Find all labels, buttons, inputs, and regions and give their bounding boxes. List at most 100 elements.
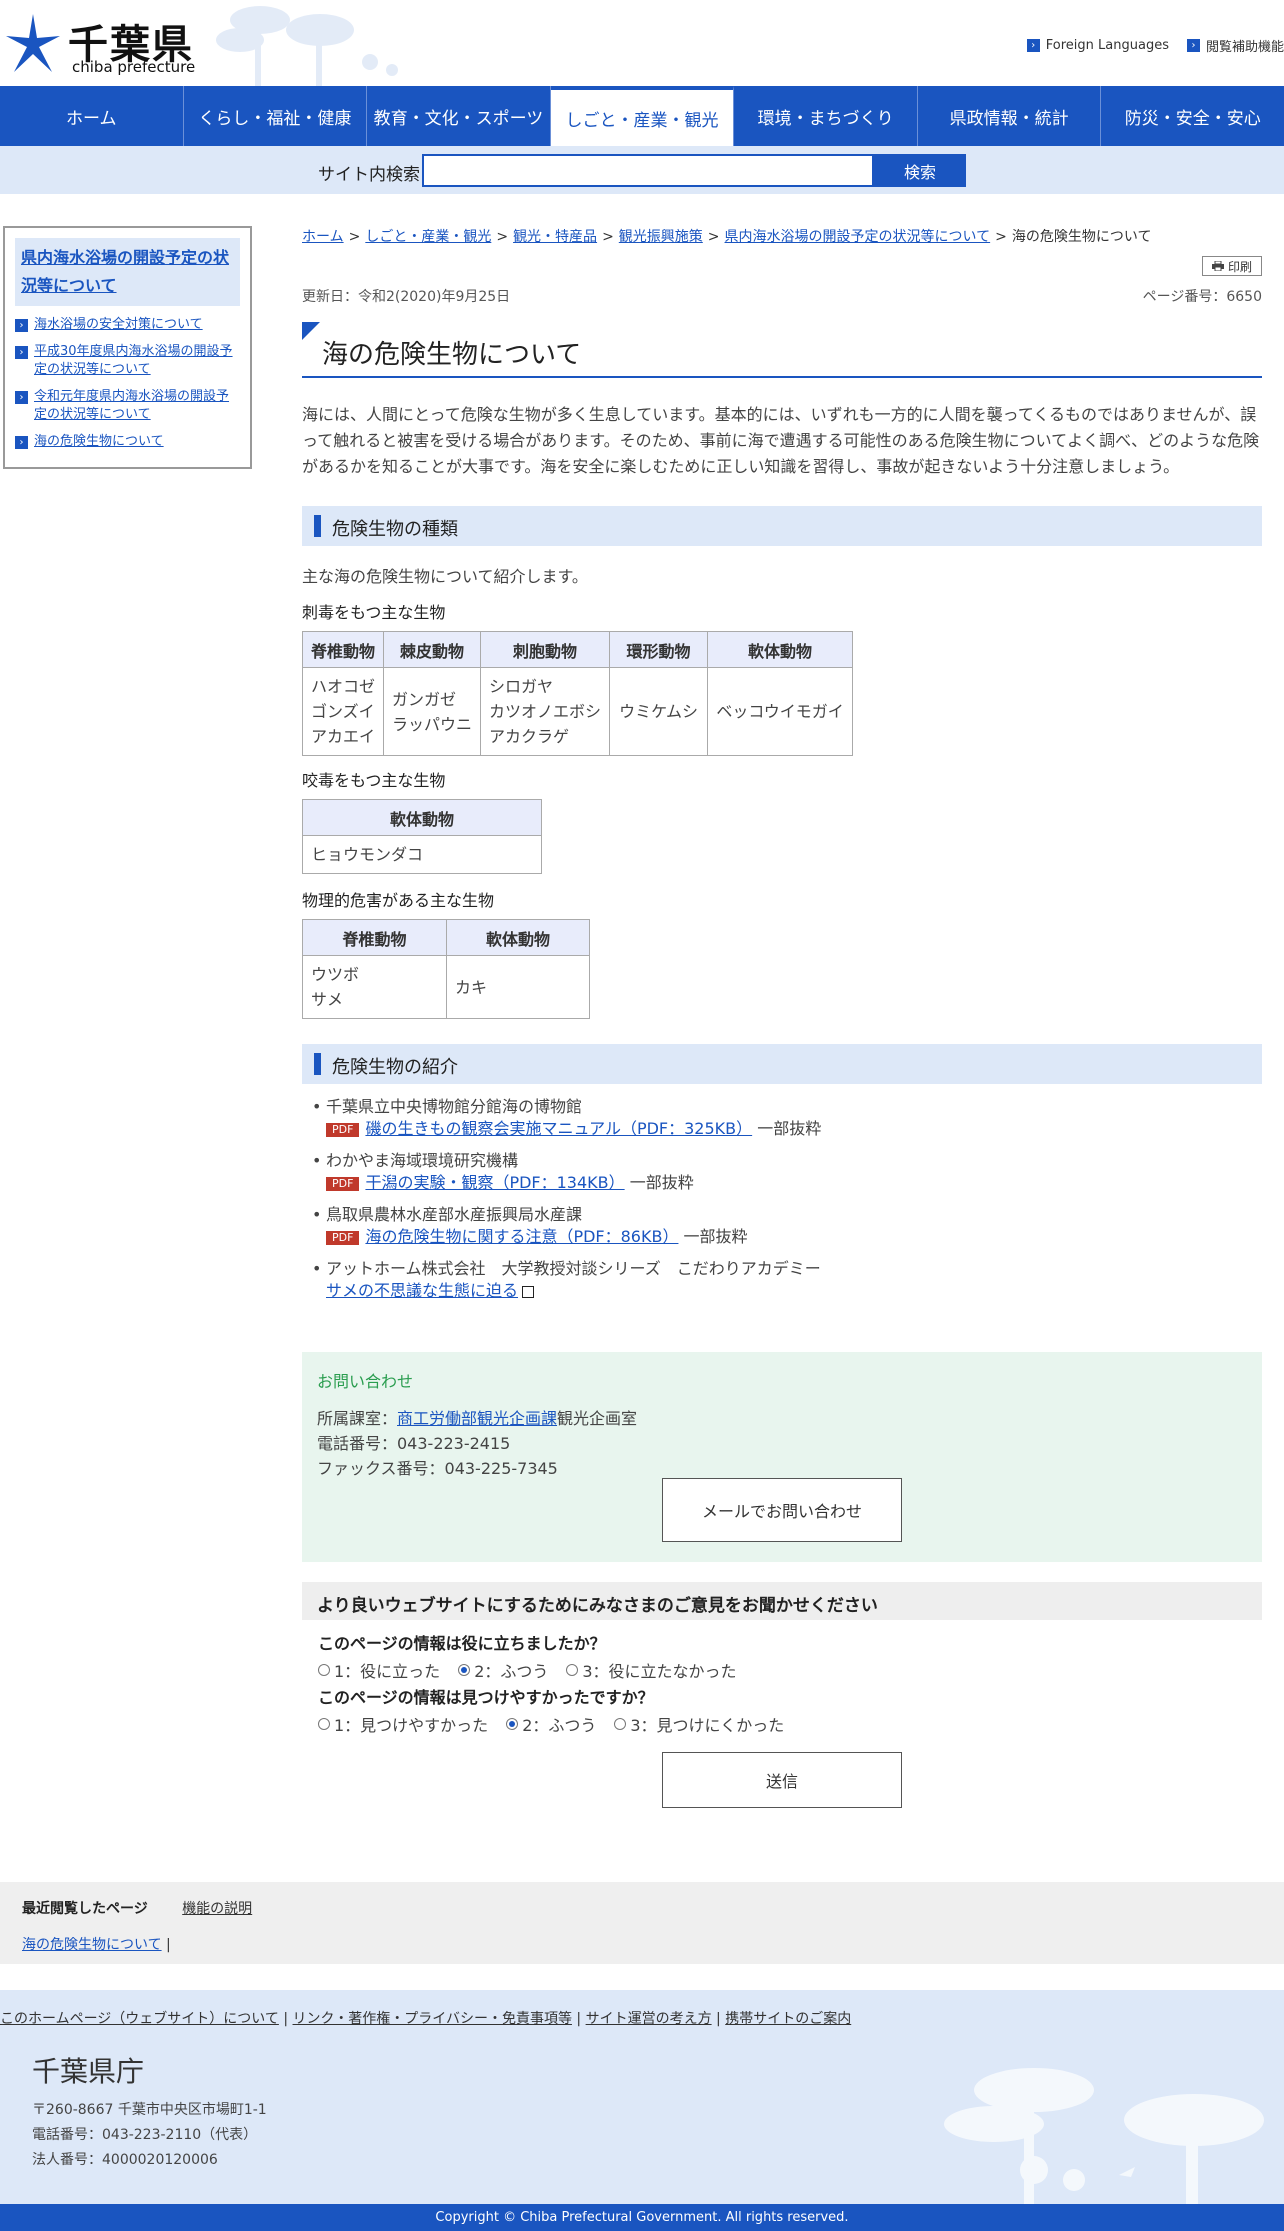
breadcrumb-link[interactable]: 観光・特産品 bbox=[513, 229, 597, 245]
search-bar: サイト内検索 検索 bbox=[0, 146, 1284, 194]
footer-links: このホームページ（ウェブサイト）について | リンク・著作権・プライバシー・免責… bbox=[0, 2011, 852, 2027]
resource-link[interactable]: サメの不思議な生態に迫る bbox=[326, 1281, 518, 1300]
nav-prefecture-info[interactable]: 県政情報・統計 bbox=[918, 86, 1102, 146]
radio-checked-icon[interactable] bbox=[506, 1718, 519, 1730]
sidebar: 県内海水浴場の開設予定の状況等について › 海水浴場の安全対策について › 平成30… bbox=[3, 226, 252, 469]
option-label: 2：ふつう bbox=[522, 1716, 597, 1735]
mail-inquiry-button[interactable]: メールでお問い合わせ bbox=[662, 1478, 902, 1542]
footer-org-name: 千葉県庁 bbox=[32, 2055, 145, 2088]
resource-link[interactable]: 海の危険生物に関する注意（PDF：86KB） bbox=[365, 1227, 678, 1246]
breadcrumb-link[interactable]: 観光振興施策 bbox=[619, 229, 703, 245]
table-header: 脊椎動物 bbox=[301, 631, 385, 668]
dept-link[interactable]: 商工労働部観光企画課 bbox=[397, 1409, 557, 1428]
nav-life[interactable]: くらし・福祉・健康 bbox=[184, 86, 368, 146]
site-logo[interactable]: 千葉県 chiba prefecture bbox=[4, 8, 204, 78]
table-header: 環形動物 bbox=[609, 631, 709, 668]
radio-checked-icon[interactable] bbox=[458, 1664, 471, 1676]
sidebar-title[interactable]: 県内海水浴場の開設予定の状況等について bbox=[15, 238, 240, 306]
arrow-right-icon: › bbox=[1186, 39, 1200, 52]
radio-option[interactable]: 1：役に立った bbox=[318, 1658, 440, 1682]
resource-link[interactable]: 干潟の実験・観察（PDF：134KB） bbox=[365, 1173, 624, 1192]
footer-link[interactable]: サイト運営の考え方 bbox=[586, 2011, 712, 2027]
nav-disaster-safety[interactable]: 防災・安全・安心 bbox=[1101, 86, 1284, 146]
bullet-icon: • bbox=[312, 1097, 322, 1116]
sidebar-item-label[interactable]: 平成30年度県内海水浴場の開設予定の状況等について bbox=[34, 343, 240, 379]
decorative-trees-icon bbox=[944, 2068, 1264, 2204]
resource-org: 千葉県立中央博物館分館海の博物館 bbox=[326, 1097, 583, 1116]
radio-icon[interactable] bbox=[318, 1718, 330, 1730]
table-cell: シロガヤ カツオノエボシ アカクラゲ bbox=[480, 667, 611, 756]
sidebar-item[interactable]: › 平成30年度県内海水浴場の開設予定の状況等について bbox=[15, 343, 240, 379]
table-cell: ウミケムシ bbox=[609, 667, 709, 756]
survey-heading: より良いウェブサイトにするためにみなさまのご意見をお聞かせください bbox=[302, 1582, 1262, 1620]
footer-link[interactable]: リンク・著作権・プライバシー・免責事項等 bbox=[293, 2011, 572, 2027]
list-item: • わかやま海域環境研究機構 PDF 干潟の実験・観察（PDF：134KB） 一部… bbox=[302, 1150, 1262, 1194]
breadcrumb-link[interactable]: しごと・産業・観光 bbox=[365, 229, 491, 245]
nav-home[interactable]: ホーム bbox=[0, 86, 184, 146]
footer-link[interactable]: 携帯サイトのご案内 bbox=[725, 2011, 851, 2027]
foreign-languages-label: Foreign Languages bbox=[1045, 38, 1169, 53]
search-input[interactable] bbox=[422, 154, 874, 187]
breadcrumb-link[interactable]: 県内海水浴場の開設予定の状況等について bbox=[725, 229, 991, 245]
nav-work-industry[interactable]: しごと・産業・観光 bbox=[550, 86, 735, 146]
sidebar-item[interactable]: › 海の危険生物について bbox=[15, 433, 240, 451]
print-button[interactable]: 印刷 bbox=[1202, 256, 1262, 276]
footer-address: 〒260-8667 千葉市中央区市場町1-1 bbox=[32, 2102, 267, 2118]
section-heading-text: 危険生物の紹介 bbox=[332, 1057, 458, 1078]
table-cell: ハオコゼ ゴンズイ アカエイ bbox=[301, 667, 385, 756]
sidebar-item-label[interactable]: 海の危険生物について bbox=[34, 433, 164, 451]
cell-line: ハオコゼ bbox=[311, 677, 376, 696]
recent-item-link[interactable]: 海の危険生物について bbox=[22, 1937, 162, 1953]
accessibility-link[interactable]: › 閲覧補助機能 bbox=[1186, 36, 1284, 55]
contact-details: 所属課室：商工労働部観光企画課観光企画室 電話番号：043-223-2415 フ… bbox=[317, 1406, 1247, 1481]
nav-environment[interactable]: 環境・まちづくり bbox=[734, 86, 918, 146]
sidebar-item-label[interactable]: 令和元年度県内海水浴場の開設予定の状況等について bbox=[34, 388, 240, 424]
arrow-right-icon: › bbox=[1026, 39, 1040, 52]
resource-org: 鳥取県農林水産部水産振興局水産課 bbox=[326, 1205, 583, 1224]
foreign-languages-link[interactable]: › Foreign Languages bbox=[1026, 36, 1169, 55]
pdf-icon: PDF bbox=[326, 1176, 360, 1191]
radio-option[interactable]: 2：ふつう bbox=[458, 1658, 548, 1682]
bullet-icon: • bbox=[312, 1151, 322, 1170]
cell-line: カツオノエボシ bbox=[489, 702, 602, 721]
radio-option[interactable]: 2：ふつう bbox=[506, 1712, 596, 1736]
breadcrumb-separator: > bbox=[496, 229, 509, 245]
radio-option[interactable]: 3：見つけにくかった bbox=[614, 1712, 784, 1736]
option-label: 3：見つけにくかった bbox=[630, 1716, 785, 1735]
breadcrumb-separator: > bbox=[995, 229, 1007, 245]
biting-table: 軟体動物 ヒョウモンダコ bbox=[302, 799, 542, 874]
site-footer: このホームページ（ウェブサイト）について | リンク・著作権・プライバシー・免責… bbox=[0, 1990, 1284, 2204]
section-heading: 危険生物の紹介 bbox=[302, 1044, 1262, 1084]
sidebar-item[interactable]: › 令和元年度県内海水浴場の開設予定の状況等について bbox=[15, 388, 240, 424]
radio-icon[interactable] bbox=[566, 1664, 579, 1676]
resource-link[interactable]: 磯の生きもの観察会実施マニュアル（PDF：325KB） bbox=[365, 1119, 752, 1138]
submit-button[interactable]: 送信 bbox=[662, 1752, 902, 1808]
resource-suffix: 一部抜粋 bbox=[683, 1227, 748, 1246]
search-button[interactable]: 検索 bbox=[874, 154, 966, 187]
list-item: • アットホーム株式会社 大学教授対談シリーズ こだわりアカデミー サメの不思議… bbox=[302, 1258, 1262, 1302]
nav-education[interactable]: 教育・文化・スポーツ bbox=[367, 86, 551, 146]
breadcrumb-separator: > bbox=[602, 229, 614, 245]
radio-option[interactable]: 3：役に立たなかった bbox=[566, 1658, 737, 1682]
sidebar-item[interactable]: › 海水浴場の安全対策について bbox=[15, 316, 240, 334]
dept-prefix: 所属課室： bbox=[317, 1409, 398, 1428]
site-header: 千葉県 chiba prefecture › Foreign Languages… bbox=[0, 0, 1284, 86]
table-caption: 刺毒をもつ主な生物 bbox=[302, 603, 446, 622]
sidebar-item-label[interactable]: 海水浴場の安全対策について bbox=[34, 316, 203, 334]
radio-option[interactable]: 1：見つけやすかった bbox=[318, 1712, 488, 1736]
list-item: • 千葉県立中央博物館分館海の博物館 PDF 磯の生きもの観察会実施マニュアル（P… bbox=[302, 1096, 1262, 1140]
section-heading: 危険生物の種類 bbox=[302, 506, 1262, 546]
cell-line: ウツボ bbox=[311, 965, 360, 984]
recent-help-link[interactable]: 機能の説明 bbox=[182, 1898, 252, 1918]
footer-link[interactable]: このホームページ（ウェブサイト）について bbox=[0, 2011, 279, 2027]
radio-icon[interactable] bbox=[318, 1664, 330, 1676]
table-header: 軟体動物 bbox=[707, 631, 854, 668]
recent-separator: | bbox=[166, 1937, 171, 1953]
contact-box: お問い合わせ 所属課室：商工労働部観光企画課観光企画室 電話番号：043-223… bbox=[302, 1352, 1262, 1562]
table-cell: ガンガゼ ラッパウニ bbox=[383, 667, 482, 756]
page-meta: 更新日：令和2(2020)年9月25日 ページ番号：6650 bbox=[302, 286, 1262, 306]
physical-harm-table: 脊椎動物 軟体動物 ウツボ サメ カキ bbox=[302, 919, 590, 1019]
breadcrumb-link[interactable]: ホーム bbox=[302, 229, 344, 245]
radio-icon[interactable] bbox=[614, 1718, 627, 1730]
survey-question: このページの情報は見つけやすかったですか？ bbox=[318, 1688, 654, 1707]
